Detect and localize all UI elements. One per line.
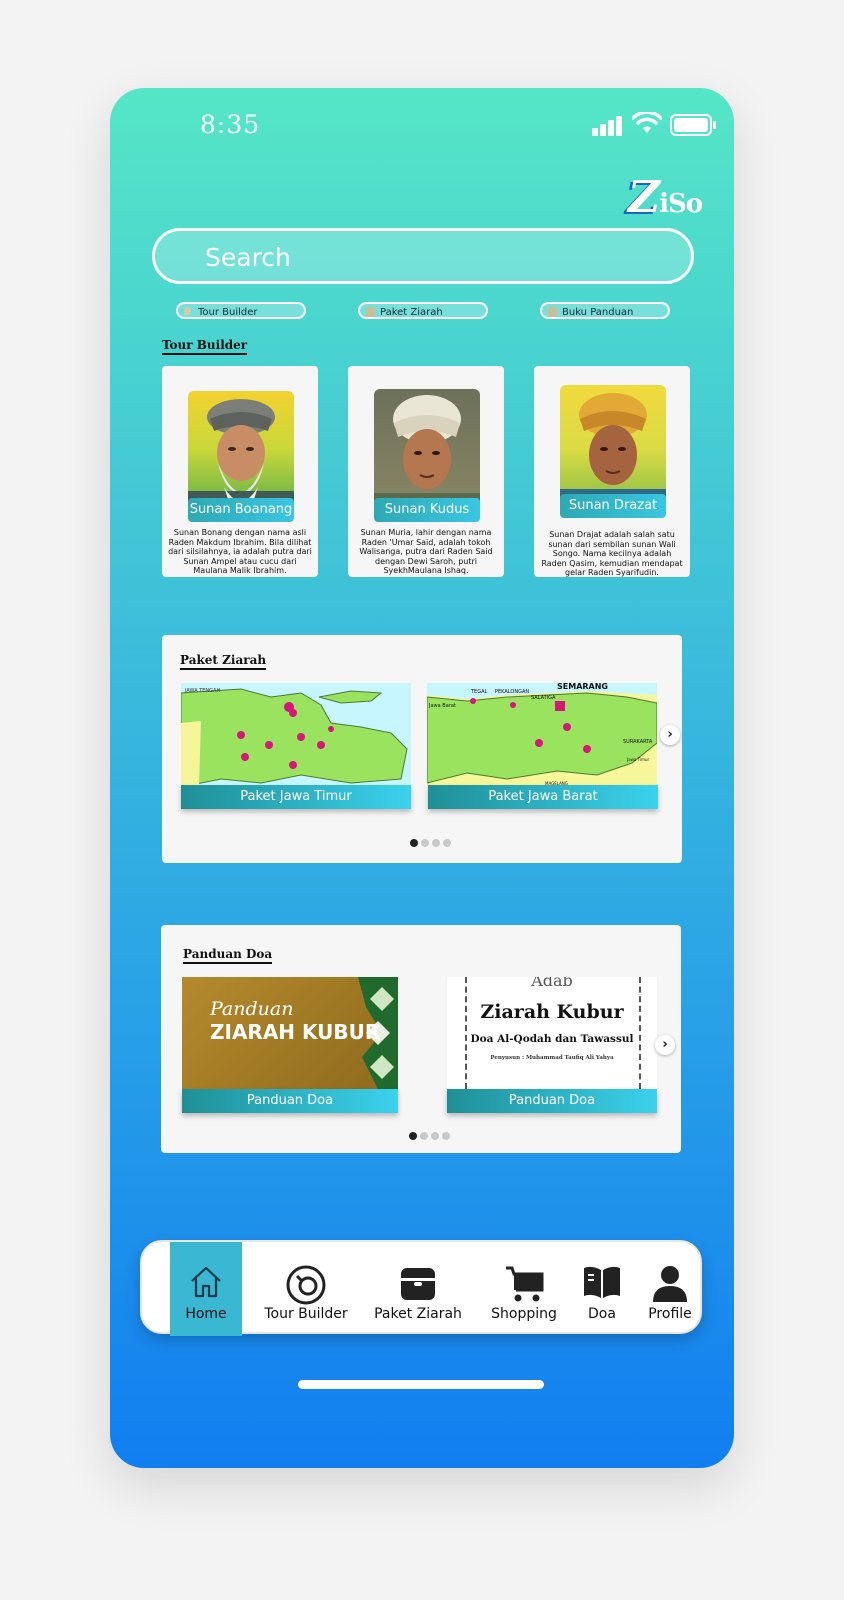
nav-home[interactable]: Home: [170, 1242, 242, 1336]
home-icon: [191, 1266, 221, 1298]
paket-ziarah-title: Paket Ziarah: [180, 653, 267, 670]
tour-card-sunan-kudus[interactable]: Sunan Kudus Sunan Muria, lahir dengan na…: [348, 366, 504, 577]
panduan-doa-caption-2[interactable]: Panduan Doa: [447, 1089, 657, 1113]
location-pin-icon: [184, 307, 191, 315]
status-time: 8:35: [200, 110, 261, 139]
battery-icon: [670, 114, 716, 136]
package-icon: [366, 307, 375, 317]
chip-tour-builder[interactable]: Tour Builder: [176, 302, 306, 319]
cart-icon: [506, 1266, 544, 1302]
card-description: Sunan Bonang dengan nama asli Raden Makd…: [168, 528, 312, 575]
map-jawa-barat[interactable]: SEMARANG TEGAL PEKALONGAN SALATIGA SURAK…: [427, 683, 657, 787]
next-arrow-icon[interactable]: ›: [660, 725, 680, 745]
panduan-doa-panel: Panduan Doa Panduan ZIARAH KUBUR Panduan…: [161, 925, 681, 1153]
phone-screen: 8:35 ZiSo Search Tour Builder Paket Ziar…: [110, 88, 734, 1468]
nav-shopping[interactable]: Shopping: [478, 1242, 570, 1336]
svg-text:TEGAL: TEGAL: [470, 689, 488, 695]
paket-jawa-barat-caption[interactable]: Paket Jawa Barat: [428, 785, 658, 809]
book-icon: [548, 307, 557, 317]
tour-card-sunan-drajat[interactable]: Sunan Drazat Sunan Drajat adalah salah s…: [534, 366, 690, 577]
svg-text:Jawa Timur: Jawa Timur: [626, 757, 649, 762]
map-jawa-timur[interactable]: JAWA TENGAH: [181, 683, 411, 787]
search-input[interactable]: Search: [152, 228, 694, 284]
card-description: Sunan Muria, lahir dengan nama Raden 'Um…: [359, 528, 493, 575]
adab-ziarah-cover[interactable]: Adab Ziarah Kubur Doa Al-Qodah dan Tawas…: [447, 977, 657, 1089]
nav-tour-builder[interactable]: Tour Builder: [250, 1242, 362, 1336]
chip-buku-panduan[interactable]: Buku Panduan: [540, 302, 670, 319]
chip-paket-ziarah[interactable]: Paket Ziarah: [358, 302, 488, 319]
book-icon: [584, 1266, 620, 1298]
app-logo: ZiSo: [628, 172, 703, 223]
paket-jawa-timur-caption[interactable]: Paket Jawa Timur: [181, 785, 411, 809]
card-name: Sunan Boanang: [188, 498, 294, 522]
svg-text:JAWA TENGAH: JAWA TENGAH: [184, 688, 220, 694]
svg-text:SURAKARTA: SURAKARTA: [623, 739, 653, 745]
svg-text:ZIARAH KUBUR: ZIARAH KUBUR: [210, 1020, 380, 1044]
tour-builder-title: Tour Builder: [162, 338, 248, 355]
panduan-doa-caption-1[interactable]: Panduan Doa: [182, 1089, 398, 1113]
tour-card-sunan-bonang[interactable]: Sunan Boanang Sunan Bonang dengan nama a…: [162, 366, 318, 577]
next-arrow-icon[interactable]: ›: [655, 1035, 675, 1055]
nav-paket-ziarah[interactable]: Paket Ziarah: [356, 1242, 480, 1336]
signal-icon: [592, 114, 624, 136]
nav-profile[interactable]: Profile: [636, 1242, 704, 1336]
card-name: Sunan Kudus: [374, 498, 480, 522]
profile-icon: [653, 1266, 687, 1302]
search-label: Search: [205, 243, 291, 272]
package-icon: [401, 1268, 435, 1300]
panduan-doa-title: Panduan Doa: [183, 947, 273, 964]
svg-text:Panduan: Panduan: [209, 998, 293, 1020]
svg-text:SALATIGA: SALATIGA: [531, 695, 556, 701]
svg-text:PEKALONGAN: PEKALONGAN: [495, 689, 529, 695]
bottom-nav: Home Tour Builder Paket Ziarah Shopping …: [140, 1240, 704, 1336]
carousel-dots[interactable]: [409, 1125, 453, 1140]
card-description: Sunan Drajat adalah salah satu sunan dar…: [541, 530, 683, 577]
svg-text:SEMARANG: SEMARANG: [557, 683, 608, 691]
card-name: Sunan Drazat: [560, 494, 666, 518]
wifi-icon: [631, 110, 663, 138]
paket-ziarah-panel: Paket Ziarah JAWA TENGAH Paket Jawa Timu…: [162, 635, 682, 863]
svg-text:Jawa Barat: Jawa Barat: [428, 703, 456, 709]
nav-doa[interactable]: Doa: [566, 1242, 638, 1336]
home-indicator[interactable]: [298, 1380, 544, 1389]
carousel-dots[interactable]: [410, 832, 454, 847]
ziarah-kubur-cover[interactable]: Panduan ZIARAH KUBUR: [182, 977, 398, 1089]
tour-builder-icon: [286, 1265, 326, 1305]
